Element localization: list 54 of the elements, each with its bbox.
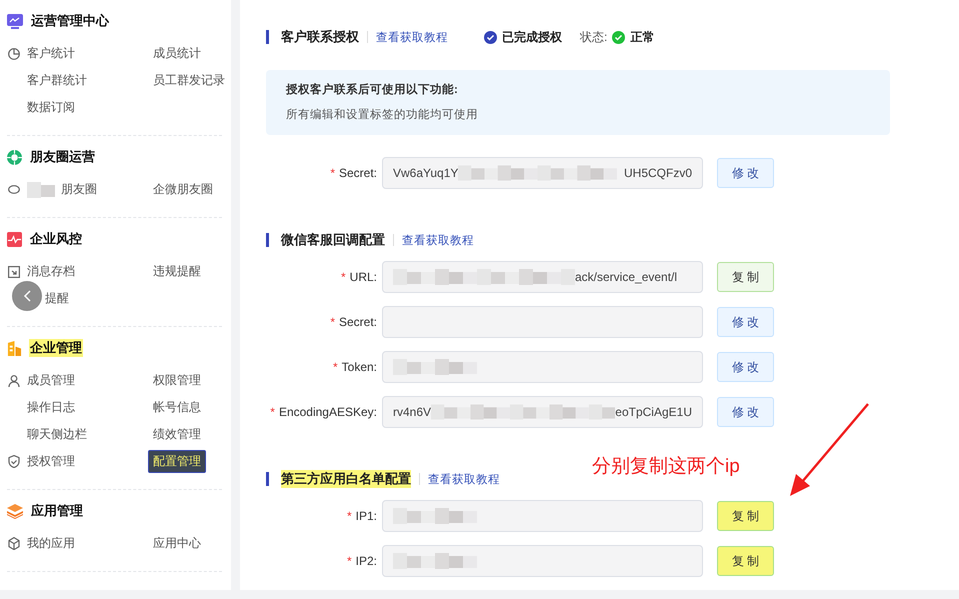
tutorial-link[interactable]: 查看获取教程 — [428, 472, 500, 486]
sidebar-item[interactable]: 消息存档 — [27, 263, 75, 280]
field-label: * Secret: — [329, 166, 377, 180]
annotation-text: 分别复制这两个ip — [592, 455, 740, 479]
edit-button[interactable]: 修 改 — [717, 158, 774, 188]
section-title: 企业管理 — [29, 339, 83, 357]
sidebar-item[interactable]: 成员管理 — [27, 372, 75, 389]
edit-button[interactable]: 修 改 — [717, 397, 774, 427]
section-title: 企业风控 — [29, 230, 83, 248]
field-label: * URL: — [340, 270, 377, 284]
sidebar-item[interactable]: 员工群发记录 — [153, 72, 225, 89]
sidebar-item[interactable]: 客户群统计 — [27, 72, 87, 89]
sidebar-item[interactable]: 配置管理 — [148, 450, 206, 473]
copy-button[interactable]: 复 制 — [717, 262, 774, 292]
copy-button[interactable]: 复 制 — [717, 501, 774, 531]
section-title: 朋友圈运营 — [29, 148, 96, 166]
section-heading: 第三方应用白名单配置 — [281, 470, 411, 488]
notice-title: 授权客户联系后可使用以下功能: — [286, 82, 459, 97]
input-field[interactable]: ack/service_event/l — [382, 261, 703, 293]
status-value: 正常 — [630, 28, 654, 46]
sidebar-item[interactable]: 我的应用 — [27, 535, 75, 552]
sidebar-item[interactable]: 违规提醒 — [153, 263, 201, 280]
sidebar-item[interactable]: 帐号信息 — [153, 399, 201, 416]
sidebar-item[interactable]: 企微朋友圈 — [153, 181, 213, 198]
section-heading: 微信客服回调配置 — [281, 231, 385, 249]
authorized-status: 已完成授权 — [502, 28, 562, 46]
sidebar-item[interactable]: 朋友圈 — [61, 181, 97, 198]
field-label: * Secret: — [329, 315, 377, 329]
field-label: * IP2: — [346, 554, 377, 568]
tutorial-link[interactable]: 查看获取教程 — [376, 30, 448, 44]
input-field[interactable]: Vw6aYuq1Y UH5CQFzv0 — [382, 157, 703, 189]
sidebar-item[interactable]: 聊天侧边栏 — [27, 426, 87, 443]
sidebar-item[interactable]: 成员统计 — [153, 45, 201, 62]
sidebar-item[interactable]: 提醒 — [45, 290, 69, 307]
status-label: 状态: — [580, 28, 608, 46]
sidebar-item[interactable]: 客户统计 — [27, 45, 75, 62]
field-label: * IP1: — [346, 509, 377, 523]
sidebar-item[interactable]: 权限管理 — [153, 372, 201, 389]
sidebar-item[interactable]: 操作日志 — [27, 399, 75, 416]
input-field[interactable]: rv4n6V eoTpCiAgE1U — [382, 396, 703, 428]
sidebar-item[interactable]: 数据订阅 — [27, 99, 75, 116]
sidebar-item[interactable]: 授权管理 — [27, 453, 75, 470]
copy-button[interactable]: 复 制 — [717, 546, 774, 576]
edit-button[interactable]: 修 改 — [717, 307, 774, 337]
sidebar-item[interactable]: 绩效管理 — [153, 426, 201, 443]
tutorial-link[interactable]: 查看获取教程 — [402, 232, 474, 248]
field-label: * EncodingAESKey: — [269, 405, 377, 419]
section-heading: 客户联系授权 — [281, 28, 359, 46]
sidebar-item[interactable]: 应用中心 — [153, 535, 201, 552]
section-title: 运营管理中心 — [30, 12, 110, 30]
field-label: * Token: — [332, 360, 377, 374]
section-title: 应用管理 — [30, 502, 84, 520]
edit-button[interactable]: 修 改 — [717, 352, 774, 382]
notice-text: 所有编辑和设置标签的功能均可使用 — [286, 108, 479, 122]
